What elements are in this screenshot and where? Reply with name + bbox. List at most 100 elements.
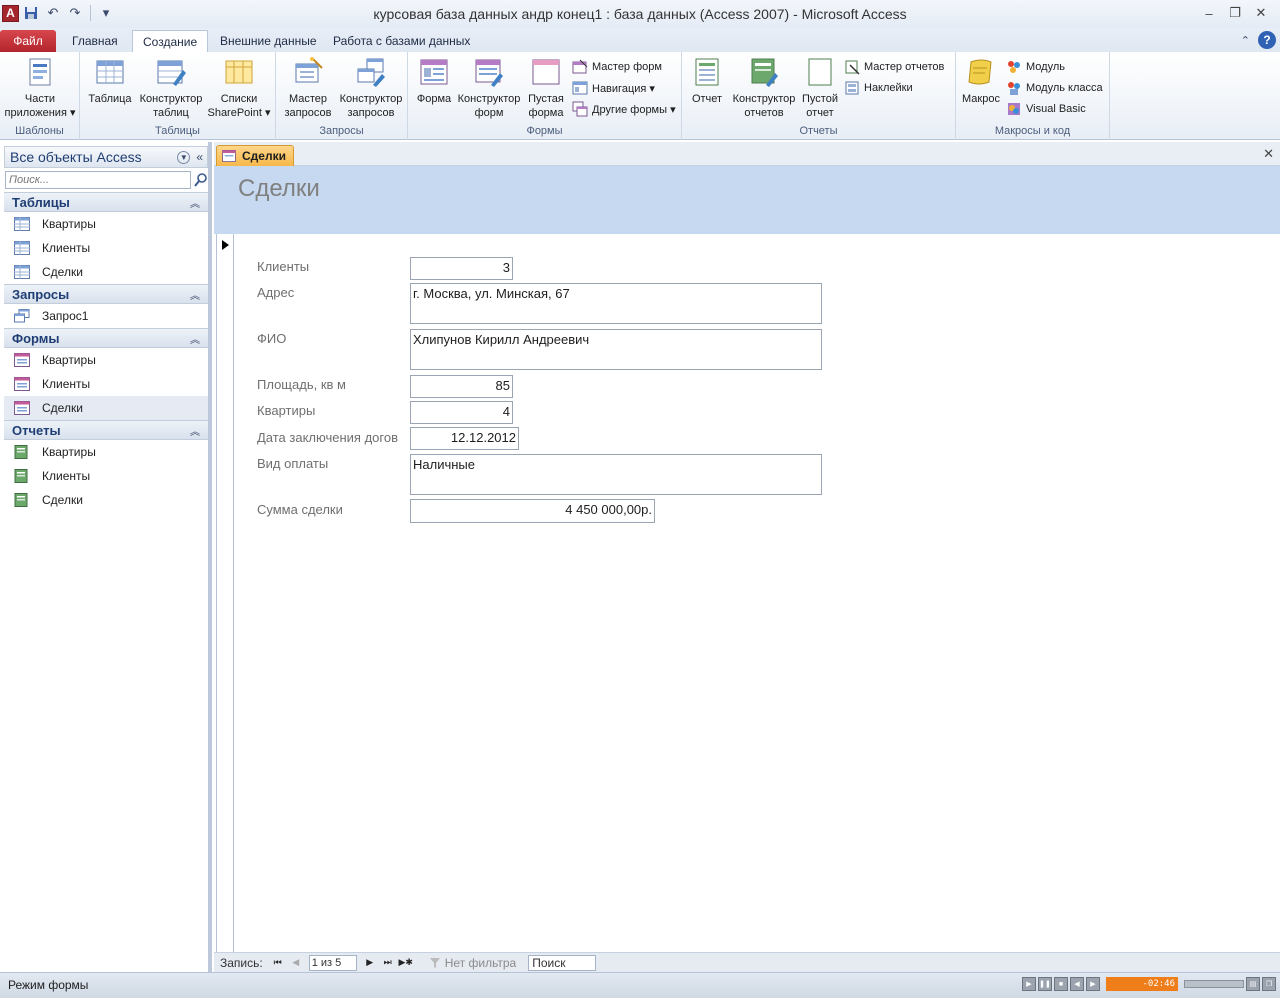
form-icon	[14, 401, 30, 415]
collapse-section-icon[interactable]: ︽	[190, 287, 200, 302]
previous-record-icon[interactable]: ◀	[289, 956, 303, 970]
collapse-section-icon[interactable]: ︽	[190, 195, 200, 210]
nav-item-table-flats[interactable]: Квартиры	[4, 212, 208, 236]
blank-form-button[interactable]: Пустая форма	[522, 56, 570, 120]
form-wizard-button[interactable]: Мастер форм	[572, 58, 662, 76]
table-designer-button[interactable]: Конструктор таблиц	[136, 56, 206, 120]
table-button[interactable]: Таблица	[86, 56, 134, 106]
nav-section-queries[interactable]: Запросы ︽	[4, 284, 208, 304]
payment-type-field[interactable]: Наличные	[410, 454, 822, 495]
nav-item-report-flats[interactable]: Квартиры	[4, 440, 208, 464]
area-field[interactable]: 85	[410, 375, 513, 398]
form-icon	[222, 150, 236, 162]
nav-item-form-deals[interactable]: Сделки	[4, 396, 208, 420]
shutter-bar-close-icon[interactable]: «	[196, 150, 203, 164]
close-document-icon[interactable]: ✕	[1263, 146, 1274, 162]
form-button[interactable]: Форма	[412, 56, 456, 106]
help-icon[interactable]: ?	[1258, 31, 1276, 49]
player-menu-icon[interactable]: ▤	[1246, 977, 1260, 991]
group-forms: Форма Конструктор форм Пустая форма Маст…	[408, 52, 682, 140]
filter-status[interactable]: Нет фильтра	[429, 956, 516, 970]
record-position-field[interactable]: 1 из 5	[308, 954, 357, 971]
visual-basic-button[interactable]: Visual Basic	[1006, 100, 1086, 118]
other-forms-icon	[572, 101, 588, 117]
form-label: Форма	[416, 93, 452, 105]
nav-item-report-deals[interactable]: Сделки	[4, 488, 208, 512]
other-forms-button[interactable]: Другие формы ▾	[572, 100, 676, 118]
blank-report-label: Пустой	[802, 93, 838, 105]
nav-item-report-clients[interactable]: Клиенты	[4, 464, 208, 488]
current-record-arrow-icon	[222, 240, 229, 250]
tab-external-data[interactable]: Внешние данные	[210, 30, 327, 52]
minimize-ribbon-icon[interactable]: ⌃	[1241, 34, 1250, 47]
macro-button[interactable]: Макрос	[960, 56, 1002, 106]
report-label: Отчет	[691, 93, 723, 105]
module-button[interactable]: Модуль	[1006, 58, 1065, 76]
form-header: Сделки	[214, 166, 1280, 234]
restore-icon[interactable]: ❐	[1226, 4, 1244, 22]
document-area: Сделки ✕ Сделки Клиенты 3 Адрес г. Москв…	[214, 142, 1280, 972]
view-mode-status: Режим формы	[8, 978, 89, 992]
play-icon[interactable]: ▶	[1022, 977, 1036, 991]
volume-slider[interactable]	[1184, 980, 1244, 988]
nav-pane-header[interactable]: Все объекты Access ▼ «	[4, 146, 208, 168]
query-wizard-button[interactable]: Мастер запросов	[280, 56, 336, 120]
form-designer-button[interactable]: Конструктор форм	[456, 56, 522, 120]
address-label: Адрес	[257, 285, 295, 300]
collapse-section-icon[interactable]: ︽	[190, 331, 200, 346]
address-field[interactable]: г. Москва, ул. Минская, 67	[410, 283, 822, 324]
record-selector[interactable]	[216, 234, 234, 954]
minimize-icon[interactable]: –	[1200, 4, 1218, 22]
nav-section-forms[interactable]: Формы ︽	[4, 328, 208, 348]
nav-section-tables[interactable]: Таблицы ︽	[4, 192, 208, 212]
fio-label: ФИО	[257, 331, 287, 346]
clients-field[interactable]: 3	[410, 257, 513, 280]
application-parts-button[interactable]: Части приложения ▾	[4, 56, 76, 120]
collapse-section-icon[interactable]: ︽	[190, 423, 200, 438]
close-icon[interactable]: ✕	[1252, 4, 1270, 22]
document-tab-bar: Сделки ✕	[214, 142, 1280, 166]
nav-item-table-deals[interactable]: Сделки	[4, 260, 208, 284]
first-record-icon[interactable]: ⏮	[271, 956, 285, 970]
query-wizard-icon	[295, 57, 323, 83]
nav-search-input[interactable]	[5, 171, 191, 189]
next-track-icon[interactable]: ▶	[1086, 977, 1100, 991]
previous-track-icon[interactable]: ◀	[1070, 977, 1084, 991]
form-icon	[420, 59, 448, 85]
tab-create[interactable]: Создание	[132, 30, 209, 52]
labels-button[interactable]: Наклейки	[844, 79, 913, 97]
fio-field[interactable]: Хлипунов Кирилл Андреевич	[410, 329, 822, 370]
document-tab-deals[interactable]: Сделки	[216, 145, 294, 166]
record-search-input[interactable]: Поиск	[528, 954, 597, 971]
query-designer-button[interactable]: Конструктор запросов	[336, 56, 406, 120]
nav-item-form-clients[interactable]: Клиенты	[4, 372, 208, 396]
search-icon[interactable]	[193, 172, 209, 188]
report-designer-button[interactable]: Конструктор отчетов	[728, 56, 800, 120]
stop-icon[interactable]: ■	[1054, 977, 1068, 991]
tab-file[interactable]: Файл	[0, 30, 56, 52]
next-record-icon[interactable]: ▶	[363, 956, 377, 970]
filter-icon	[429, 957, 440, 968]
nav-item-form-flats[interactable]: Квартиры	[4, 348, 208, 372]
tab-database-tools[interactable]: Работа с базами данных	[323, 30, 480, 52]
player-restore-icon[interactable]: ❐	[1262, 977, 1276, 991]
nav-item-table-clients[interactable]: Клиенты	[4, 236, 208, 260]
report-wizard-button[interactable]: Мастер отчетов	[844, 58, 944, 76]
pause-icon[interactable]: ❚❚	[1038, 977, 1052, 991]
blank-report-button[interactable]: Пустой отчет	[798, 56, 842, 120]
tab-home[interactable]: Главная	[62, 30, 128, 52]
navigation-button[interactable]: Навигация ▾	[572, 79, 655, 97]
class-module-button[interactable]: Модуль класса	[1006, 79, 1103, 97]
nav-dropdown-icon[interactable]: ▼	[177, 150, 191, 164]
deal-sum-field[interactable]: 4 450 000,00р.	[410, 499, 655, 523]
record-navigation-bar: Запись: ⏮ ◀ 1 из 5 ▶ ⏭ ▶✱ Нет фильтра По…	[214, 952, 1280, 972]
sharepoint-lists-button[interactable]: Списки SharePoint ▾	[206, 56, 272, 120]
new-record-icon[interactable]: ▶✱	[398, 956, 412, 970]
contract-date-field[interactable]: 12.12.2012	[410, 427, 519, 450]
nav-section-reports[interactable]: Отчеты ︽	[4, 420, 208, 440]
nav-item-query-1[interactable]: Запрос1	[4, 304, 208, 328]
nav-item-label: Клиенты	[42, 469, 91, 483]
flats-field[interactable]: 4	[410, 401, 513, 424]
report-button[interactable]: Отчет	[686, 56, 728, 106]
last-record-icon[interactable]: ⏭	[381, 956, 395, 970]
